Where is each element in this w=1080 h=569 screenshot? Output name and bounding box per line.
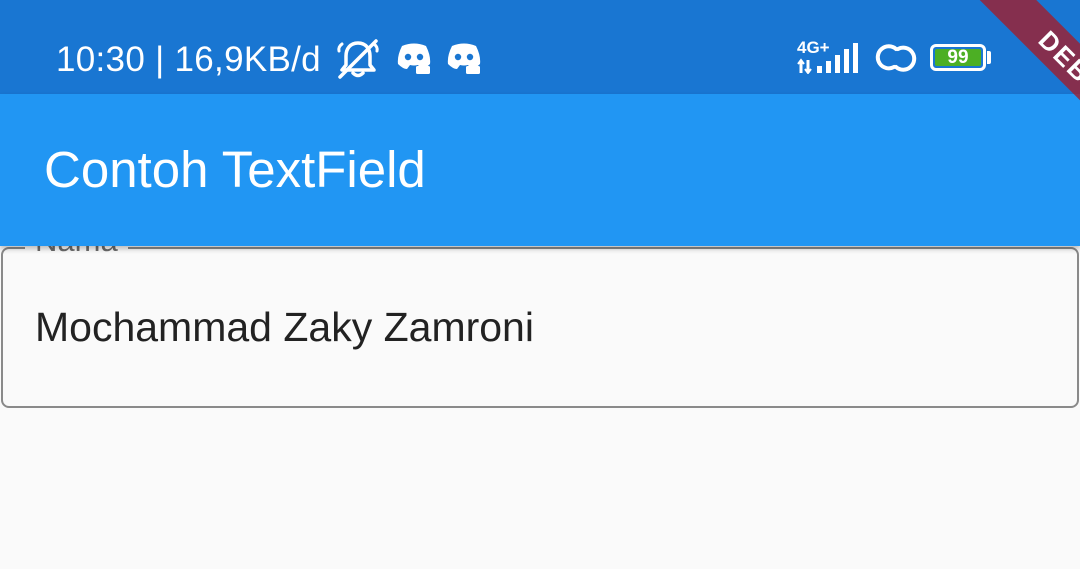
name-field-value[interactable]: Mochammad Zaky Zamroni [35, 302, 534, 352]
name-text-field[interactable]: Nama Mochammad Zaky Zamroni [1, 221, 1079, 408]
discord-icon [447, 43, 481, 74]
battery-level: 99 [947, 47, 969, 68]
status-bar: 10:30 | 16,9KB/d 4G+ 99 [0, 0, 1080, 94]
app-bar: Contoh TextField [0, 94, 1080, 246]
status-time-speed: 10:30 | 16,9KB/d [56, 40, 321, 79]
battery-icon: 99 [930, 44, 986, 71]
signal-icon [797, 43, 858, 74]
hotspot-icon [875, 44, 917, 72]
page-title: Contoh TextField [44, 141, 426, 198]
mute-notifications-icon [337, 39, 379, 79]
discord-icon [397, 43, 431, 74]
battery-cap [987, 51, 991, 64]
